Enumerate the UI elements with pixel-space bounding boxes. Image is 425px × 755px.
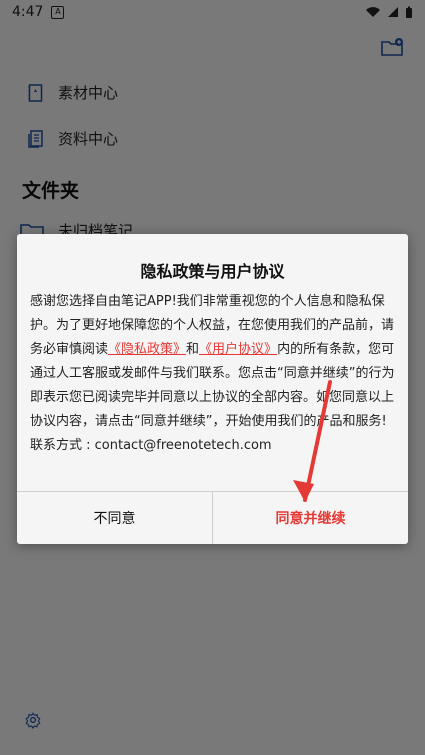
dialog-title: 隐私政策与用户协议 xyxy=(140,262,285,281)
disagree-button-label: 不同意 xyxy=(93,511,136,527)
dialog-text-and: 和 xyxy=(186,342,200,357)
agree-continue-button[interactable]: 同意并继续 xyxy=(213,492,408,544)
dialog-body: 感谢您选择自由笔记APP!我们非常重视您的个人信息和隐私保护。为了更好地保障您的… xyxy=(30,290,395,458)
agree-continue-button-label: 同意并继续 xyxy=(275,511,346,527)
dialog-terms-paragraph: 感谢您选择自由笔记APP!我们非常重视您的个人信息和隐私保护。为了更好地保障您的… xyxy=(30,290,395,434)
user-agreement-link[interactable]: 《用户协议》 xyxy=(199,342,277,357)
privacy-dialog: 隐私政策与用户协议 感谢您选择自由笔记APP!我们非常重视您的个人信息和隐私保护… xyxy=(17,234,408,544)
dialog-contact: 联系方式 : contact@freenotetech.com xyxy=(30,438,272,453)
disagree-button[interactable]: 不同意 xyxy=(17,492,213,544)
privacy-policy-link[interactable]: 《隐私政策》 xyxy=(108,342,186,357)
dialog-footer: 不同意 同意并继续 xyxy=(17,491,408,544)
